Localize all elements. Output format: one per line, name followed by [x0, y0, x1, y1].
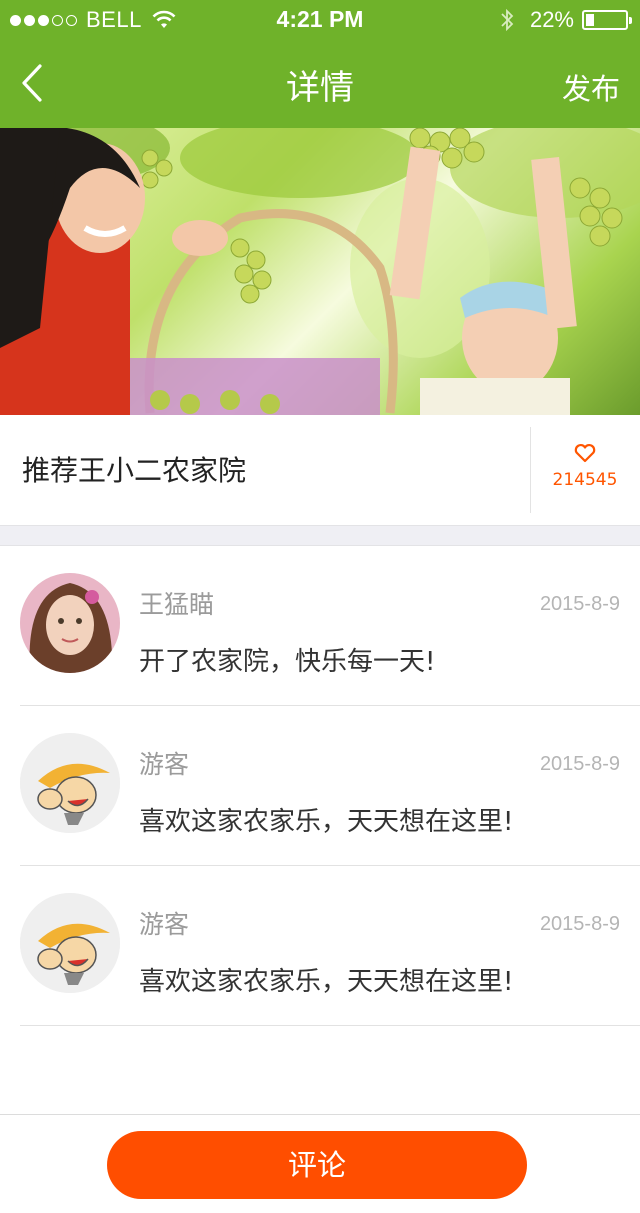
comment-text: 喜欢这家农家乐，天天想在这里! — [139, 967, 514, 997]
avatar — [20, 573, 120, 673]
avatar — [20, 733, 120, 833]
battery-icon — [582, 10, 632, 30]
status-bar: BELL 4:21 PM 22% — [0, 0, 640, 40]
page-title: 详情 — [286, 68, 354, 108]
comment-text: 开了农家院，快乐每一天! — [139, 647, 436, 677]
farm-title: 推荐王小二农家院 — [22, 454, 247, 487]
comment-author: 游客 — [139, 750, 190, 779]
avatar — [20, 893, 120, 993]
bottom-bar: 评论 — [0, 1114, 640, 1213]
battery-percent: 22% — [529, 7, 574, 32]
comment-date: 2015-8-9 — [539, 753, 620, 775]
divider — [20, 1025, 640, 1026]
comment-author: 游客 — [139, 910, 190, 939]
like-count: 214545 — [552, 470, 618, 490]
section-gap — [0, 525, 640, 546]
nav-bar: 详情 发布 — [0, 40, 640, 128]
bluetooth-icon — [501, 8, 514, 32]
hero-image — [0, 128, 640, 415]
comment-date: 2015-8-9 — [539, 593, 620, 615]
comment-button[interactable]: 评论 — [107, 1131, 527, 1199]
farmer-avatar-image — [20, 893, 120, 993]
comment-item: 王猛瞄 2015-8-9 开了农家院，快乐每一天! — [0, 546, 640, 706]
header: BELL 4:21 PM 22% 详情 发布 — [0, 0, 640, 128]
detail-title-row: 推荐王小二农家院 214545 — [0, 415, 640, 525]
battery-level — [586, 14, 594, 26]
detail-page: BELL 4:21 PM 22% 详情 发布 推荐王小二农家院 214545 王… — [0, 0, 640, 1213]
farmer-avatar-image — [20, 733, 120, 833]
comment-item: 游客 2015-8-9 喜欢这家农家乐，天天想在这里! — [0, 706, 640, 866]
comment-text: 喜欢这家农家乐，天天想在这里! — [139, 807, 514, 837]
publish-button[interactable]: 发布 — [562, 66, 620, 108]
girl-avatar-image — [20, 573, 120, 673]
comment-author: 王猛瞄 — [139, 590, 215, 619]
hero-illustration — [0, 128, 640, 415]
comment-date: 2015-8-9 — [539, 913, 620, 935]
comment-item: 游客 2015-8-9 喜欢这家农家乐，天天想在这里! — [0, 866, 640, 1026]
heart-icon[interactable] — [574, 443, 596, 463]
status-right: 22% — [500, 6, 632, 34]
